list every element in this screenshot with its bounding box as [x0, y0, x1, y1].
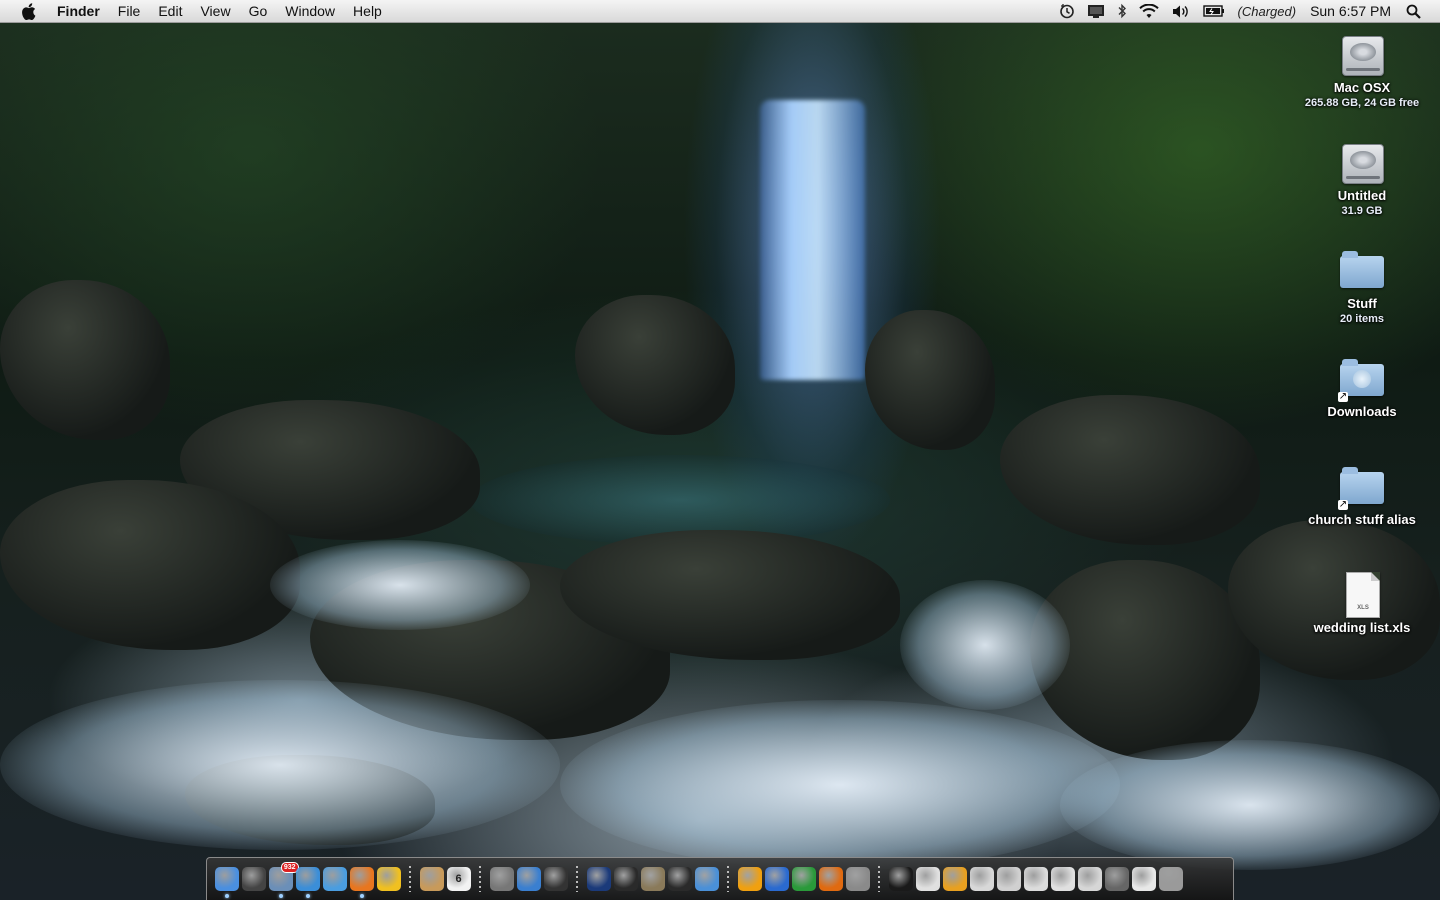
menu-view[interactable]: View — [191, 0, 239, 22]
volume-icon[interactable] — [1171, 0, 1191, 22]
calendar-day-label: 6 — [455, 873, 462, 885]
desktop-icon-info: 265.88 GB, 24 GB free — [1304, 97, 1420, 109]
dock-separator — [576, 866, 578, 892]
finder-icon[interactable] — [214, 867, 239, 898]
water-foam-shape — [270, 540, 530, 630]
desktop-icon-church-stuff-alias[interactable]: ↗ church stuff alias — [1297, 462, 1427, 528]
minimized-window-icon[interactable] — [996, 867, 1021, 891]
photoshop-icon[interactable] — [586, 867, 611, 891]
file-extension-label: XLS — [1357, 605, 1369, 611]
rock-shape — [1000, 395, 1260, 545]
minimized-window-icon[interactable] — [1077, 867, 1102, 891]
display-icon[interactable] — [1087, 0, 1105, 22]
spotlight-search-icon[interactable] — [1406, 0, 1421, 22]
desktop-icon-label: church stuff alias — [1308, 512, 1416, 527]
hard-drive-icon — [1338, 138, 1386, 186]
spreadsheet-document-icon: XLS — [1338, 570, 1386, 618]
desktop-icon-info: 31.9 GB — [1341, 205, 1383, 217]
rock-shape — [575, 295, 735, 435]
running-indicator — [305, 894, 310, 898]
water-foam-shape — [0, 680, 560, 850]
minimized-window-icon[interactable] — [969, 867, 994, 891]
stack-icon[interactable] — [915, 867, 940, 891]
dock-separator — [479, 866, 481, 892]
menu-file[interactable]: File — [109, 0, 150, 22]
camera-icon[interactable] — [489, 867, 514, 891]
menu-window[interactable]: Window — [276, 0, 344, 22]
running-indicator — [224, 894, 229, 898]
menu-help[interactable]: Help — [344, 0, 391, 22]
water-foam-shape — [900, 580, 1070, 710]
desktop-icon-label: Mac OSX — [1333, 80, 1391, 95]
firefox-icon[interactable] — [349, 867, 374, 898]
dock-separator — [409, 866, 411, 892]
powerpoint-icon[interactable] — [818, 867, 843, 891]
safari-icon[interactable] — [295, 867, 320, 898]
iphoto-icon[interactable] — [640, 867, 665, 891]
water-foam-shape — [560, 700, 1120, 870]
ichat-icon[interactable] — [322, 867, 347, 891]
excel-icon[interactable] — [791, 867, 816, 891]
itunes-icon[interactable] — [516, 867, 541, 891]
minimized-window-icon[interactable] — [1023, 867, 1048, 891]
running-indicator — [359, 894, 364, 898]
minimized-window-icon[interactable] — [1104, 867, 1129, 891]
activity-monitor-icon[interactable] — [888, 867, 913, 891]
mail-icon[interactable]: 932 — [268, 862, 299, 898]
desktop-icon-label: Untitled — [1337, 188, 1387, 203]
apple-menu-icon[interactable] — [19, 2, 37, 20]
utility-icon[interactable] — [942, 867, 967, 891]
aperture-icon[interactable] — [613, 867, 638, 891]
desktop-icon-label: wedding list.xls — [1313, 620, 1411, 635]
office-icon[interactable] — [737, 867, 762, 891]
downloads-folder-icon: ↗ — [1338, 354, 1386, 402]
time-machine-icon[interactable] — [1059, 0, 1075, 22]
water-foam-shape — [1060, 740, 1440, 870]
battery-icon[interactable] — [1202, 0, 1225, 22]
rock-shape — [0, 280, 170, 440]
dock: 932 6 — [206, 857, 1234, 900]
desktop-icon-wedding-list[interactable]: XLS wedding list.xls — [1297, 570, 1427, 636]
menu-app-finder[interactable]: Finder — [51, 0, 109, 22]
dock-separator — [727, 866, 729, 892]
desktop-icon-label: Downloads — [1327, 404, 1397, 419]
dock-separator — [878, 866, 880, 892]
menu-bar: Finder File Edit View Go Window Help (Ch… — [0, 0, 1440, 23]
alias-arrow-icon: ↗ — [1338, 499, 1348, 510]
desktop-icon-stuff[interactable]: Stuff 20 items — [1297, 246, 1427, 326]
menu-go[interactable]: Go — [240, 0, 277, 22]
ical-icon[interactable]: 6 — [446, 867, 471, 891]
desktop-icon-info: 20 items — [1339, 313, 1385, 325]
adium-icon[interactable] — [376, 867, 401, 891]
final-cut-icon[interactable] — [667, 867, 692, 891]
desktop-wallpaper — [0, 0, 1440, 900]
minimized-window-icon[interactable] — [1050, 867, 1075, 891]
menu-clock[interactable]: Sun 6:57 PM — [1310, 3, 1391, 19]
folder-icon — [1338, 246, 1386, 294]
desktop-icon-mac-osx[interactable]: Mac OSX 265.88 GB, 24 GB free — [1297, 30, 1427, 110]
menu-extras: (Charged) Sun 6:57 PM — [1053, 0, 1440, 22]
word-icon[interactable] — [764, 867, 789, 891]
folder-icon: ↗ — [1338, 462, 1386, 510]
desktop-icon-label: Stuff — [1347, 296, 1377, 311]
wifi-icon[interactable] — [1138, 0, 1159, 22]
desktop-icon-untitled[interactable]: Untitled 31.9 GB — [1297, 138, 1427, 218]
menu-edit[interactable]: Edit — [149, 0, 191, 22]
desktop-icon-downloads[interactable]: ↗ Downloads — [1297, 354, 1427, 420]
battery-status-text: (Charged) — [1237, 3, 1297, 19]
imovie-icon[interactable] — [543, 867, 568, 891]
running-indicator — [278, 894, 283, 898]
dvd-player-icon[interactable] — [694, 867, 719, 891]
dashboard-icon[interactable] — [241, 867, 266, 891]
address-book-icon[interactable] — [419, 867, 444, 891]
rock-shape — [865, 310, 995, 450]
trash-icon[interactable] — [1158, 867, 1183, 891]
documents-stack-icon[interactable] — [1131, 867, 1156, 891]
hard-drive-icon — [1338, 30, 1386, 78]
alias-arrow-icon: ↗ — [1338, 391, 1348, 402]
bluetooth-icon[interactable] — [1117, 0, 1127, 22]
waterfall-shape — [760, 100, 865, 380]
system-preferences-icon[interactable] — [845, 867, 870, 891]
